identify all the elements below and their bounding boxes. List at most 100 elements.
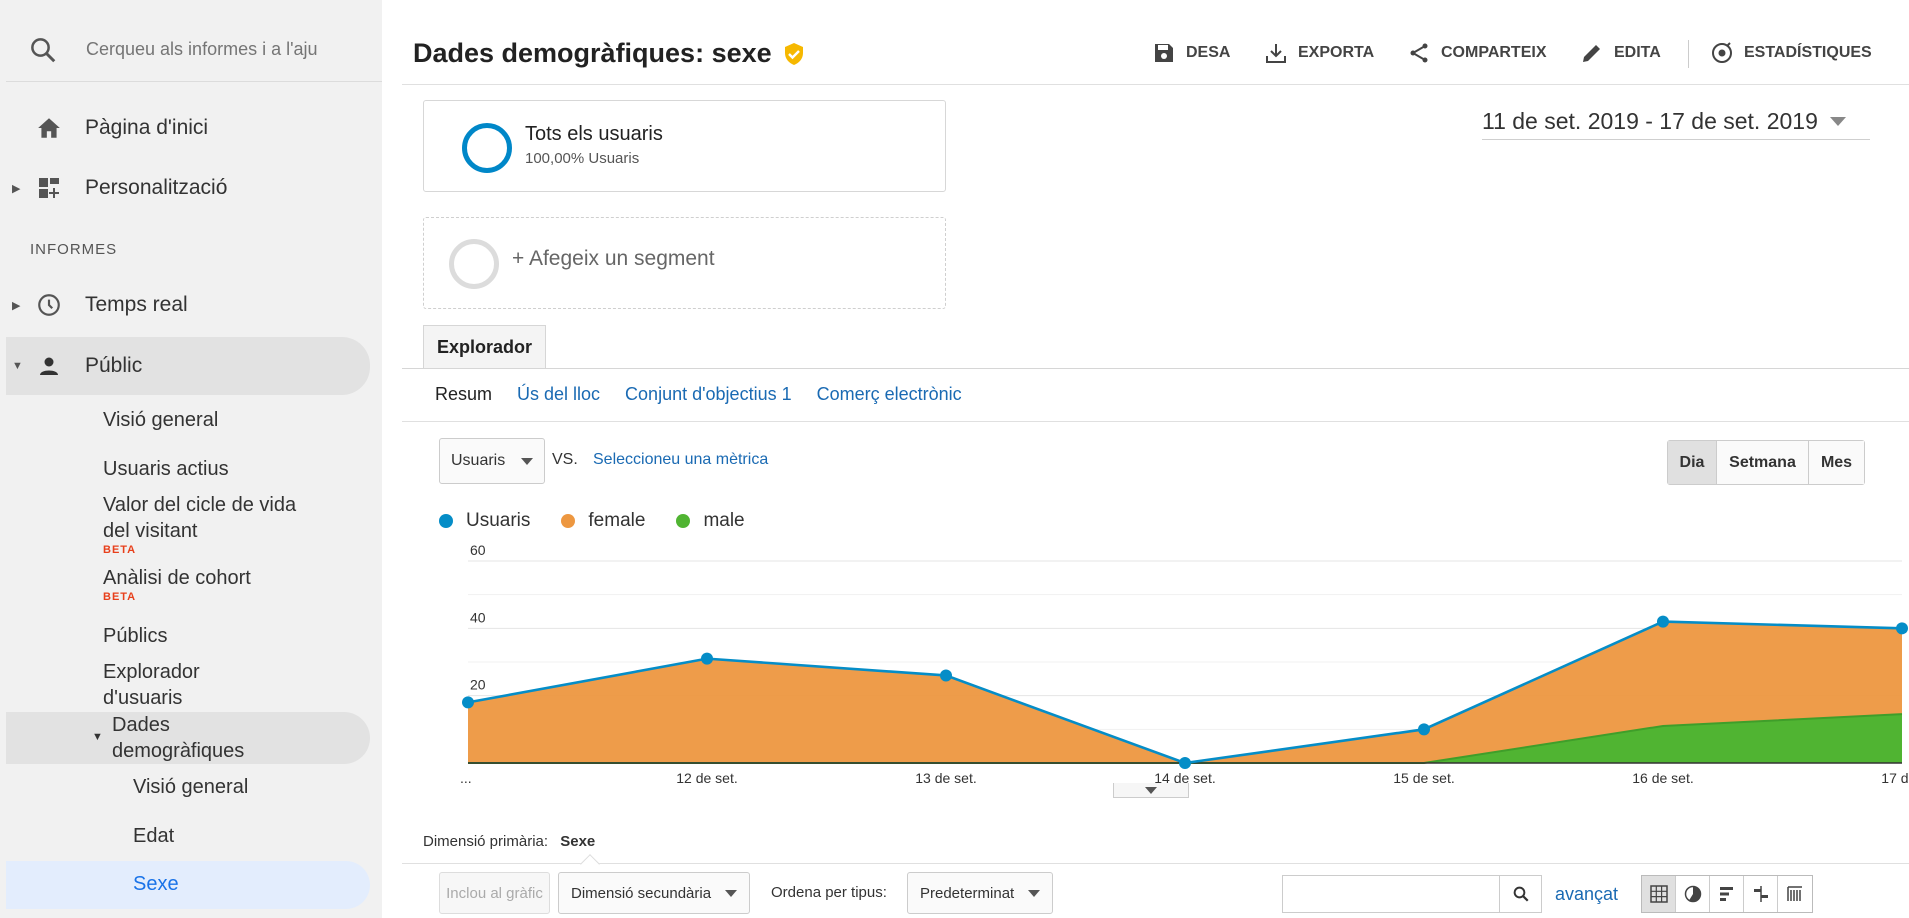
plot-rows-button[interactable]: Inclou al gràfic	[439, 872, 550, 914]
clock-icon	[34, 290, 64, 320]
usuaris-point	[1657, 615, 1669, 628]
expand-arrow-icon[interactable]: ▶	[12, 182, 22, 195]
pencil-icon	[1583, 45, 1600, 62]
share-icon	[1410, 43, 1428, 63]
toolbar-divider	[1688, 40, 1689, 68]
expand-arrow-icon[interactable]: ▶	[12, 299, 22, 312]
export-button[interactable]: EXPORTA	[1264, 38, 1374, 68]
pivot-table-icon	[1787, 886, 1802, 901]
table-search-input[interactable]	[1283, 876, 1500, 912]
sidebar-item-gender-highlight[interactable]	[6, 861, 370, 909]
usuaris-point	[1179, 757, 1191, 769]
sidebar-item-demographics[interactable]: Dades demogràfiques	[112, 712, 282, 764]
legend-dot	[676, 514, 691, 528]
pie-chart-icon	[1684, 885, 1701, 903]
sidebar-item-demographics-overview[interactable]: Visió general	[133, 776, 248, 799]
usuaris-point	[701, 652, 713, 665]
subtab-site-usage[interactable]: Ús del lloc	[517, 384, 600, 405]
x-tick-label: ...	[460, 770, 472, 785]
sidebar-item-label: Pàgina d'inici	[85, 116, 209, 139]
sidebar-item-label: Públic	[85, 354, 143, 377]
sidebar-item-audiences[interactable]: Públics	[103, 623, 167, 649]
primary-dimension-value[interactable]: Sexe	[560, 833, 595, 850]
save-icon	[1155, 44, 1173, 62]
date-range-text: 11 de set. 2019 - 17 de set. 2019	[1482, 108, 1818, 134]
page-title: Dades demogràfiques: sexe	[413, 38, 806, 69]
period-month-button[interactable]: Mes	[1809, 441, 1864, 484]
sidebar-item-home[interactable]: Pàgina d'inici	[6, 100, 370, 156]
y-tick-label: 20	[470, 677, 486, 693]
chevron-down-icon	[1145, 786, 1157, 794]
subtab-goal-set-1[interactable]: Conjunt d'objectius 1	[625, 384, 792, 405]
sidebar-item-audience-overview[interactable]: Visió general	[103, 407, 218, 433]
segment-name: Tots els usuaris	[525, 123, 663, 145]
data-table-view-button[interactable]	[1642, 876, 1676, 912]
period-day-button[interactable]: Dia	[1668, 441, 1717, 484]
primary-dimension: Dimensió primària: Sexe	[423, 833, 595, 850]
beta-badge: BETA	[103, 544, 137, 556]
sidebar-item-customization[interactable]: ▶ Personalització	[6, 160, 370, 216]
sidebar: Pàgina d'inici ▶ Personalització INFORME…	[0, 0, 382, 918]
sidebar-item-realtime[interactable]: ▶ Temps real	[6, 277, 370, 333]
pivot-view-button[interactable]	[1778, 876, 1812, 912]
advanced-filter-link[interactable]: avançat	[1555, 884, 1618, 905]
metric-select[interactable]: Usuaris	[439, 438, 545, 484]
collapse-arrow-icon[interactable]: ▼	[92, 731, 103, 743]
search-icon	[1513, 886, 1529, 902]
beta-badge: BETA	[103, 591, 137, 603]
sidebar-item-audience[interactable]: ▼ Públic	[6, 337, 370, 395]
table-search	[1282, 875, 1542, 913]
x-tick-label: 13 de set.	[915, 770, 977, 785]
sidebar-item-age[interactable]: Edat	[133, 825, 174, 848]
period-week-button[interactable]: Setmana	[1717, 441, 1809, 484]
header-divider	[402, 84, 1909, 85]
insights-button[interactable]: ESTADÍSTIQUES	[1710, 38, 1872, 68]
performance-view-button[interactable]	[1710, 876, 1744, 912]
date-range-picker[interactable]: 11 de set. 2019 - 17 de set. 2019	[1482, 104, 1870, 140]
legend-item-female[interactable]: female	[561, 510, 645, 532]
secondary-dimension-dropdown[interactable]: Dimensió secundària	[558, 872, 751, 914]
sidebar-item-label: Valor del cicle de vida del visitant	[103, 494, 297, 542]
add-segment-button[interactable]: + Afegeix un segment	[423, 217, 946, 309]
insights-icon	[1712, 42, 1732, 63]
sidebar-item-user-explorer[interactable]: Explorador d'usuaris	[103, 659, 243, 711]
table-search-button[interactable]	[1499, 876, 1541, 912]
report-search-input[interactable]	[86, 39, 346, 60]
collapse-arrow-icon[interactable]: ▼	[12, 360, 23, 372]
share-button[interactable]: COMPARTEIX	[1407, 38, 1546, 68]
legend-label: Usuaris	[466, 510, 531, 531]
subtab-ecommerce[interactable]: Comerç electrònic	[817, 384, 962, 405]
tab-explorer[interactable]: Explorador	[423, 325, 546, 369]
sidebar-item-active-users[interactable]: Usuaris actius	[103, 456, 229, 482]
save-button[interactable]: DESA	[1152, 38, 1230, 68]
sidebar-item-lifetime-value[interactable]: Valor del cicle de vida del visitant BET…	[103, 492, 303, 556]
sidebar-item-gender[interactable]: Sexe	[133, 873, 179, 896]
select-comparison-metric-link[interactable]: Seleccioneu una mètrica	[593, 451, 768, 469]
explorer-subtabs: Resum Ús del lloc Conjunt d'objectius 1 …	[435, 384, 987, 405]
usuaris-point	[940, 669, 952, 682]
report-search[interactable]	[6, 18, 382, 82]
sidebar-section-reports: INFORMES	[30, 241, 118, 258]
subtab-summary[interactable]: Resum	[435, 384, 492, 405]
tabs-divider	[402, 368, 1909, 369]
legend-dot	[561, 514, 576, 528]
sidebar-item-label: Anàlisi de cohort	[103, 567, 251, 589]
insights-label: ESTADÍSTIQUES	[1744, 44, 1872, 61]
comparison-view-button[interactable]	[1744, 876, 1778, 912]
sidebar-item-cohort[interactable]: Anàlisi de cohort BETA	[103, 565, 251, 603]
segment-all-users[interactable]: Tots els usuaris 100,00% Usuaris	[423, 100, 946, 192]
verified-shield-icon	[784, 42, 803, 65]
x-tick-label: 12 de set.	[676, 770, 738, 785]
sort-type-dropdown[interactable]: Predeterminat	[907, 872, 1054, 914]
edit-button[interactable]: EDITA	[1580, 38, 1661, 68]
home-icon	[34, 113, 64, 143]
page-title-text: Dades demogràfiques: sexe	[413, 38, 772, 68]
pie-view-button[interactable]	[1676, 876, 1710, 912]
chart-collapse-button[interactable]	[1113, 783, 1189, 798]
x-tick-label: 17 de...	[1881, 770, 1909, 785]
y-tick-label: 60	[470, 545, 486, 558]
save-label: DESA	[1186, 44, 1231, 61]
legend-item-male[interactable]: male	[676, 510, 745, 532]
legend-item-usuaris[interactable]: Usuaris	[439, 510, 530, 532]
users-area-chart: 204060... 12 de set. 13 de set. 14 de set. 1…	[460, 545, 1909, 785]
